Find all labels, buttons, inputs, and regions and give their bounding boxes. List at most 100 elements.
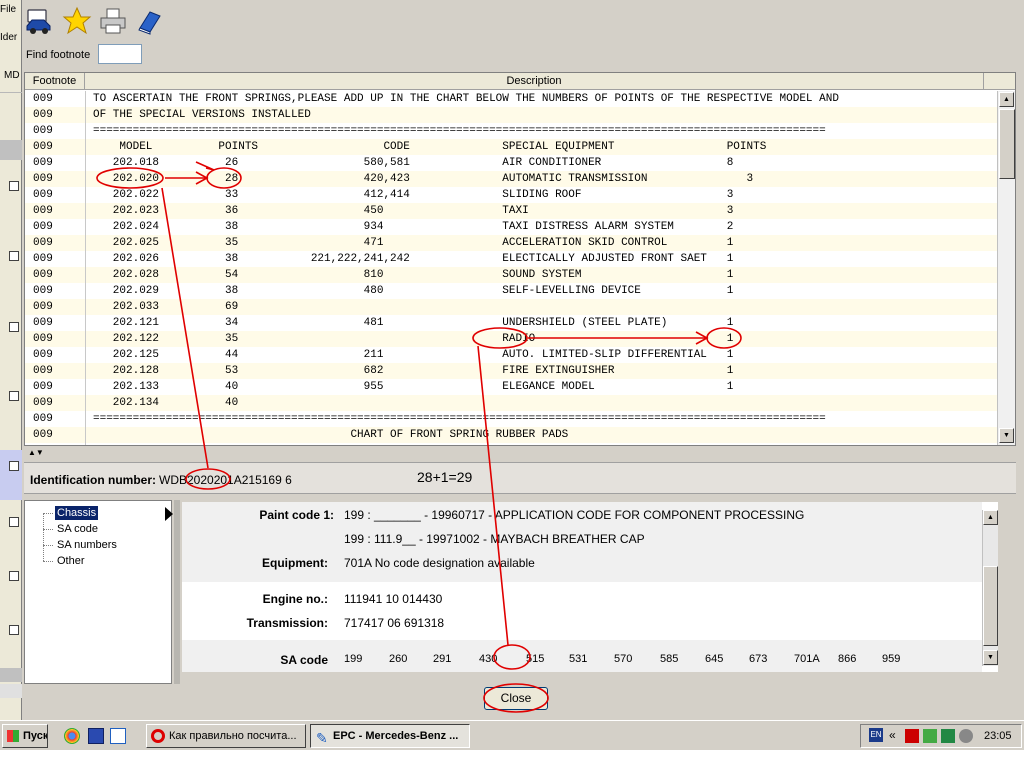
description-cell: 202.022 33 412,414 SLIDING ROOF 3 (93, 189, 734, 201)
bg-checkbox[interactable] (9, 461, 19, 471)
bg-checkbox[interactable] (9, 251, 19, 261)
bg-checkbox[interactable] (9, 625, 19, 635)
table-row[interactable]: 009 202.033 69 (25, 299, 998, 315)
bg-checkbox[interactable] (9, 571, 19, 581)
description-cell: 202.122 35 RADIO 1 (93, 333, 734, 345)
table-row[interactable]: 009 CHART OF FRONT SPRING RUBBER PADS (25, 427, 998, 443)
description-cell: ========================================… (93, 125, 826, 137)
paint-code-line-1: 199 : _______ - 19960717 - APPLICATION C… (344, 508, 805, 522)
transmission-label: Transmission: (246, 616, 328, 630)
printer-icon[interactable] (98, 6, 128, 36)
description-cell: 202.018 26 580,581 AIR CONDITIONER 8 (93, 157, 734, 169)
table-row[interactable]: 009 202.024 38 934 TAXI DISTRESS ALARM S… (25, 219, 998, 235)
tray-network-icon[interactable] (905, 729, 919, 743)
table-row[interactable]: 009 202.121 34 481 UNDERSHIELD (STEEL PL… (25, 315, 998, 331)
table-row[interactable]: 009 202.125 44 211 AUTO. LIMITED-SLIP DI… (25, 347, 998, 363)
footnote-cell: 009 (33, 109, 53, 121)
sa-code-item: 570 (614, 653, 633, 665)
sa-code-item: 645 (705, 653, 724, 665)
bg-checkbox[interactable] (9, 517, 19, 527)
epc-icon: ✎ (316, 730, 328, 746)
sa-code-item: 515 (526, 653, 545, 665)
footnote-cell: 009 (33, 333, 53, 345)
star-icon[interactable] (62, 6, 92, 36)
table-row[interactable]: 009 MODEL POINTS CODE SPECIAL EQUIPMENT … (25, 139, 998, 155)
tree-expand-arrow-icon[interactable] (165, 507, 173, 521)
table-row[interactable]: 009 202.025 35 471 ACCELERATION SKID CON… (25, 235, 998, 251)
tray-icon[interactable] (923, 729, 937, 743)
splitter-arrows-icon[interactable]: ▲▼ (28, 448, 44, 457)
paint-code-line-2: 199 : 111.9__ - 19971002 - MAYBACH BREAT… (344, 532, 645, 546)
table-row[interactable]: 009 202.122 35 RADIO 1 (25, 331, 998, 347)
save-disk-icon[interactable] (88, 728, 104, 744)
table-row[interactable]: 009 202.029 38 480 SELF-LEVELLING DEVICE… (25, 283, 998, 299)
chrome-icon[interactable] (64, 728, 80, 744)
column-header-description[interactable]: Description (85, 73, 984, 90)
details-scrollbar[interactable]: ▲ ▼ (982, 510, 998, 666)
bg-checkbox[interactable] (9, 181, 19, 191)
tree-item-sa-numbers[interactable]: SA numbers (55, 538, 119, 552)
description-cell: 202.026 38 221,222,241,242 ELECTICALLY A… (93, 253, 734, 265)
sa-code-item: 291 (433, 653, 452, 665)
table-row[interactable]: 009 202.022 33 412,414 SLIDING ROOF 3 (25, 187, 998, 203)
table-row[interactable]: 009 202.020 28 420,423 AUTOMATIC TRANSMI… (25, 171, 998, 187)
table-row[interactable]: 009 TO ASCERTAIN THE FRONT SPRINGS,PLEASE… (25, 91, 998, 107)
bg-checkbox[interactable] (9, 322, 19, 332)
footnote-cell: 009 (33, 125, 53, 137)
quick-launch-icon[interactable] (110, 728, 126, 744)
table-row[interactable]: 009 =====================================… (25, 123, 998, 139)
tray-expand-icon[interactable]: « (889, 728, 896, 742)
table-row[interactable]: 009 202.133 40 955 ELEGANCE MODEL 1 (25, 379, 998, 395)
tray-signal-icon[interactable] (941, 729, 955, 743)
scroll-thumb[interactable] (983, 566, 998, 646)
column-header-spacer (984, 73, 1015, 90)
find-footnote-input[interactable] (98, 44, 142, 64)
tree-item-other[interactable]: Other (55, 554, 87, 568)
tray-volume-icon[interactable] (959, 729, 973, 743)
bg-menu-ider[interactable]: Ider (0, 32, 17, 43)
tree-splitter[interactable] (174, 500, 180, 684)
tree-item-sa-code[interactable]: SA code (55, 522, 100, 536)
footnote-cell: 009 (33, 443, 53, 445)
book-icon[interactable] (134, 6, 164, 36)
table-row[interactable]: 009 OF THE SPECIAL VERSIONS INSTALLED (25, 107, 998, 123)
bg-checkbox[interactable] (9, 391, 19, 401)
scroll-up-icon[interactable]: ▲ (999, 92, 1014, 107)
system-tray: « 23:05 (860, 724, 1022, 748)
table-row[interactable]: 009 202.028 54 810 SOUND SYSTEM 1 (25, 267, 998, 283)
footnote-cell: 009 (33, 381, 53, 393)
table-row[interactable]: 009 202.023 36 450 TAXI 3 (25, 203, 998, 219)
table-row[interactable]: 009 202.026 38 221,222,241,242 ELECTICAL… (25, 251, 998, 267)
column-header-footnote[interactable]: Footnote (25, 73, 85, 90)
details-panel: Paint code 1: 199 : _______ - 19960717 -… (182, 502, 998, 672)
bg-tab-md[interactable]: MD (4, 70, 20, 81)
identification-bar: Identification number: WDB2020201A215169… (24, 462, 1016, 494)
footnote-scrollbar[interactable]: ▲ ▼ (997, 91, 1015, 445)
panel-splitter[interactable]: ▲▼ (24, 448, 1016, 460)
sa-code-label: SA code (280, 653, 328, 667)
scroll-thumb[interactable] (999, 109, 1015, 179)
table-row[interactable]: 009 202.134 40 (25, 395, 998, 411)
equipment-label: Equipment: (262, 556, 328, 570)
table-row[interactable]: 009 =====================================… (25, 411, 998, 427)
car-icon[interactable] (24, 6, 54, 36)
scroll-up-icon[interactable]: ▲ (983, 510, 998, 525)
description-cell: TO ASCERTAIN THE FRONT SPRINGS,PLEASE AD… (93, 93, 839, 105)
tree-item-chassis[interactable]: Chassis (55, 506, 99, 520)
footnote-cell: 009 (33, 237, 53, 249)
task-button-opera[interactable]: Как правильно посчита... (146, 724, 306, 748)
scroll-down-icon[interactable]: ▼ (983, 650, 998, 665)
close-button[interactable]: Close (484, 687, 548, 710)
scroll-down-icon[interactable]: ▼ (999, 428, 1014, 443)
identification-highlight: 202020 (187, 473, 228, 487)
description-cell: 202.023 36 450 TAXI 3 (93, 205, 734, 217)
epc-footnote-dialog: Find footnote Footnote Description 009 TO… (22, 0, 1022, 718)
start-button[interactable]: Пуск (2, 724, 48, 748)
table-row[interactable]: 009 202.128 53 682 FIRE EXTINGUISHER 1 (25, 363, 998, 379)
table-row[interactable]: 009 (25, 443, 998, 445)
annotation-sum: 28+1=29 (417, 469, 473, 485)
footnote-cell: 009 (33, 141, 53, 153)
bg-menu-file[interactable]: File (0, 4, 16, 15)
task-button-epc[interactable]: ✎ EPC - Mercedes-Benz ... (310, 724, 470, 748)
table-row[interactable]: 009 202.018 26 580,581 AIR CONDITIONER 8 (25, 155, 998, 171)
